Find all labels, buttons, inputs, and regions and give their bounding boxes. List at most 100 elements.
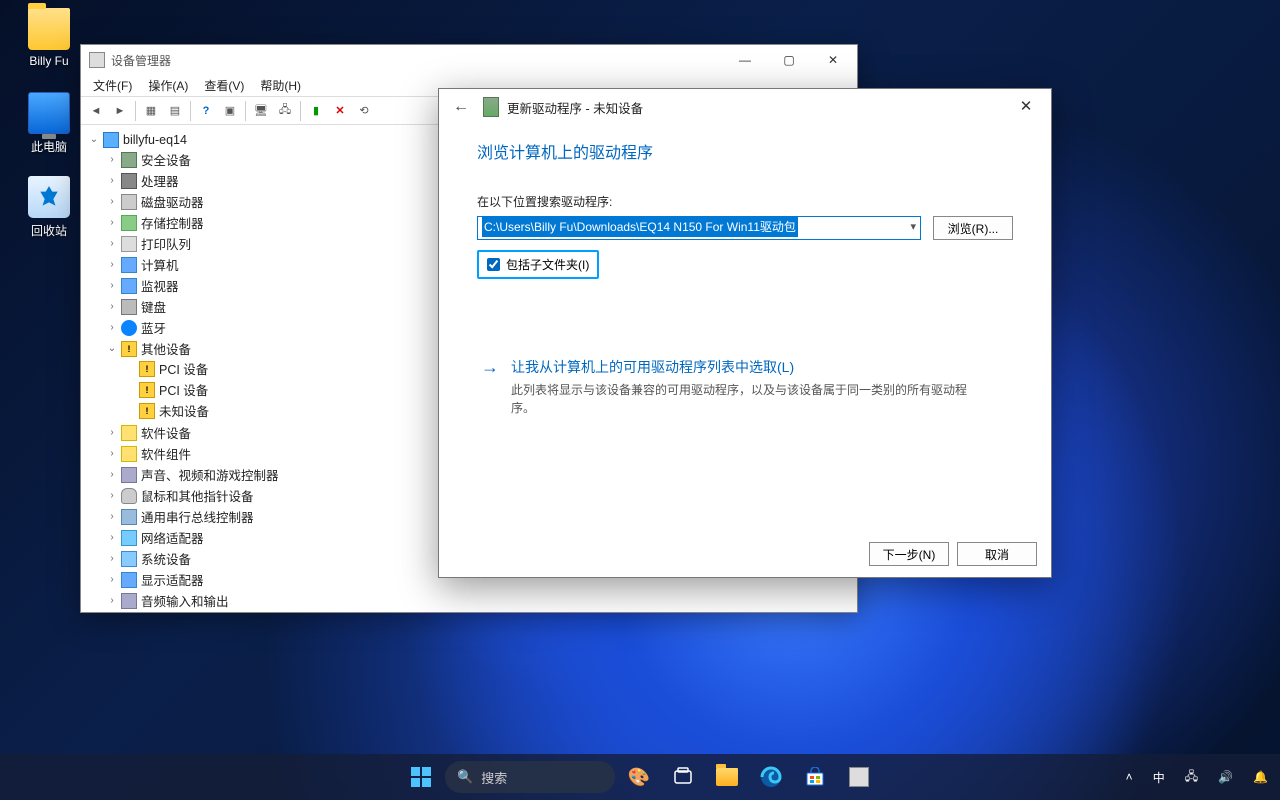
tree-node[interactable]: 显示适配器 xyxy=(141,570,204,589)
expand-toggle[interactable]: › xyxy=(105,448,119,459)
tree-node[interactable]: 其他设备 xyxy=(141,339,191,358)
expand-toggle[interactable]: ⌄ xyxy=(87,134,101,145)
tree-node[interactable]: 音频输入和输出 xyxy=(141,591,229,610)
tree-node[interactable]: 存储控制器 xyxy=(141,213,204,232)
device-category-icon xyxy=(121,299,137,315)
ime-indicator[interactable]: 中 xyxy=(1149,765,1169,790)
tree-root[interactable]: billyfu-eq14 xyxy=(123,133,187,147)
expand-toggle[interactable]: › xyxy=(105,532,119,543)
expand-toggle[interactable]: › xyxy=(105,595,119,606)
tree-node[interactable]: 处理器 xyxy=(141,171,179,190)
next-button[interactable]: 下一步(N) xyxy=(869,542,949,566)
maximize-button[interactable]: ▢ xyxy=(767,46,811,74)
network-icon[interactable]: 🖧 xyxy=(1181,763,1202,792)
system-tray: ˄ 中 🖧 🔊 🔔 xyxy=(1122,763,1272,792)
driver-path-value: C:\Users\Billy Fu\Downloads\EQ14 N150 Fo… xyxy=(482,217,798,237)
icon-label: 此电脑 xyxy=(14,138,84,155)
tree-node[interactable]: 未知设备 xyxy=(159,401,209,420)
volume-icon[interactable]: 🔊 xyxy=(1214,766,1237,788)
tree-node[interactable]: 磁盘驱动器 xyxy=(141,192,204,211)
include-subfolders-input[interactable] xyxy=(487,258,500,271)
include-subfolders-label: 包括子文件夹(I) xyxy=(506,256,589,273)
tool-help[interactable]: ? xyxy=(195,100,217,122)
taskbar-edge[interactable] xyxy=(751,757,791,797)
notifications-icon[interactable]: 🔔 xyxy=(1249,766,1272,788)
driver-path-combobox[interactable]: C:\Users\Billy Fu\Downloads\EQ14 N150 Fo… xyxy=(477,216,921,240)
search-placeholder: 搜索 xyxy=(481,768,507,787)
expand-toggle[interactable]: › xyxy=(105,469,119,480)
expand-toggle[interactable]: › xyxy=(105,238,119,249)
wizard-back-button[interactable]: ← xyxy=(453,98,473,116)
expand-toggle[interactable]: › xyxy=(105,490,119,501)
expand-toggle[interactable]: › xyxy=(105,553,119,564)
device-category-icon xyxy=(121,173,137,189)
close-button[interactable]: ✕ xyxy=(811,46,855,74)
task-view-button[interactable] xyxy=(663,757,703,797)
tree-node[interactable]: 网络适配器 xyxy=(141,528,204,547)
expand-toggle[interactable]: › xyxy=(105,217,119,228)
tool-refresh[interactable]: ⟲ xyxy=(353,100,375,122)
expand-toggle[interactable]: › xyxy=(105,301,119,312)
nav-forward-button[interactable]: ► xyxy=(109,100,131,122)
tool-enable[interactable]: ▮ xyxy=(305,100,327,122)
wizard-close-button[interactable]: ✕ xyxy=(1007,93,1045,119)
taskbar-explorer[interactable] xyxy=(707,757,747,797)
taskbar-store[interactable] xyxy=(795,757,835,797)
tray-chevron-icon[interactable]: ˄ xyxy=(1122,766,1137,788)
device-icon xyxy=(139,382,155,398)
device-category-icon xyxy=(121,488,137,504)
menu-help[interactable]: 帮助(H) xyxy=(252,75,309,96)
tree-node[interactable]: 软件设备 xyxy=(141,423,191,442)
expand-toggle[interactable]: › xyxy=(105,175,119,186)
expand-toggle[interactable]: › xyxy=(105,154,119,165)
expand-toggle[interactable]: › xyxy=(105,427,119,438)
tool-view[interactable]: ▤ xyxy=(164,100,186,122)
browse-button[interactable]: 浏览(R)... xyxy=(933,216,1013,240)
titlebar[interactable]: 设备管理器 — ▢ ✕ xyxy=(81,45,857,75)
cancel-button[interactable]: 取消 xyxy=(957,542,1037,566)
tree-node[interactable]: 打印队列 xyxy=(141,234,191,253)
tree-node[interactable]: PCI 设备 xyxy=(159,380,208,399)
taskbar-devmgr[interactable] xyxy=(839,757,879,797)
tree-node[interactable]: 声音、视频和游戏控制器 xyxy=(141,465,279,484)
expand-toggle[interactable]: › xyxy=(105,322,119,333)
desktop-icon-recycle-bin[interactable]: 回收站 xyxy=(14,176,84,239)
tree-node[interactable]: 系统设备 xyxy=(141,549,191,568)
tree-node[interactable]: 计算机 xyxy=(141,255,179,274)
tree-node[interactable]: 通用串行总线控制器 xyxy=(141,507,254,526)
tree-node[interactable]: 安全设备 xyxy=(141,150,191,169)
copilot-button[interactable]: 🎨 xyxy=(619,757,659,797)
menu-action[interactable]: 操作(A) xyxy=(140,75,196,96)
tool-update[interactable]: 🖧 xyxy=(274,100,296,122)
tool-properties[interactable]: ▣ xyxy=(219,100,241,122)
taskbar: 🔍 搜索 🎨 ˄ 中 🖧 🔊 🔔 xyxy=(0,754,1280,800)
expand-toggle[interactable]: › xyxy=(105,511,119,522)
expand-toggle[interactable]: › xyxy=(105,259,119,270)
tool-show-hidden[interactable]: ▦ xyxy=(140,100,162,122)
device-category-icon xyxy=(121,572,137,588)
expand-toggle[interactable]: ⌄ xyxy=(105,343,119,354)
start-button[interactable] xyxy=(401,757,441,797)
pick-from-list-option[interactable]: → 让我从计算机上的可用驱动程序列表中选取(L) 此列表将显示与该设备兼容的可用… xyxy=(477,351,1013,423)
tree-node[interactable]: 监视器 xyxy=(141,276,179,295)
tree-node[interactable]: PCI 设备 xyxy=(159,359,208,378)
tree-node[interactable]: 键盘 xyxy=(141,297,166,316)
expand-toggle[interactable]: › xyxy=(105,196,119,207)
device-category-icon xyxy=(121,467,137,483)
menu-view[interactable]: 查看(V) xyxy=(196,75,252,96)
include-subfolders-checkbox[interactable]: 包括子文件夹(I) xyxy=(477,250,599,279)
tree-node[interactable]: 蓝牙 xyxy=(141,318,166,337)
expand-toggle[interactable]: › xyxy=(105,280,119,291)
tool-uninstall[interactable]: ✕ xyxy=(329,100,351,122)
tree-node[interactable]: 软件组件 xyxy=(141,444,191,463)
tool-scan[interactable]: 🖥 xyxy=(250,100,272,122)
pick-option-title: 让我从计算机上的可用驱动程序列表中选取(L) xyxy=(511,357,971,377)
taskbar-search[interactable]: 🔍 搜索 xyxy=(445,761,615,793)
minimize-button[interactable]: — xyxy=(723,46,767,74)
desktop-icon-user-folder[interactable]: Billy Fu xyxy=(14,8,84,68)
nav-back-button[interactable]: ◄ xyxy=(85,100,107,122)
expand-toggle[interactable]: › xyxy=(105,574,119,585)
desktop-icon-this-pc[interactable]: 此电脑 xyxy=(14,92,84,155)
menu-file[interactable]: 文件(F) xyxy=(85,75,140,96)
tree-node[interactable]: 鼠标和其他指针设备 xyxy=(141,486,254,505)
